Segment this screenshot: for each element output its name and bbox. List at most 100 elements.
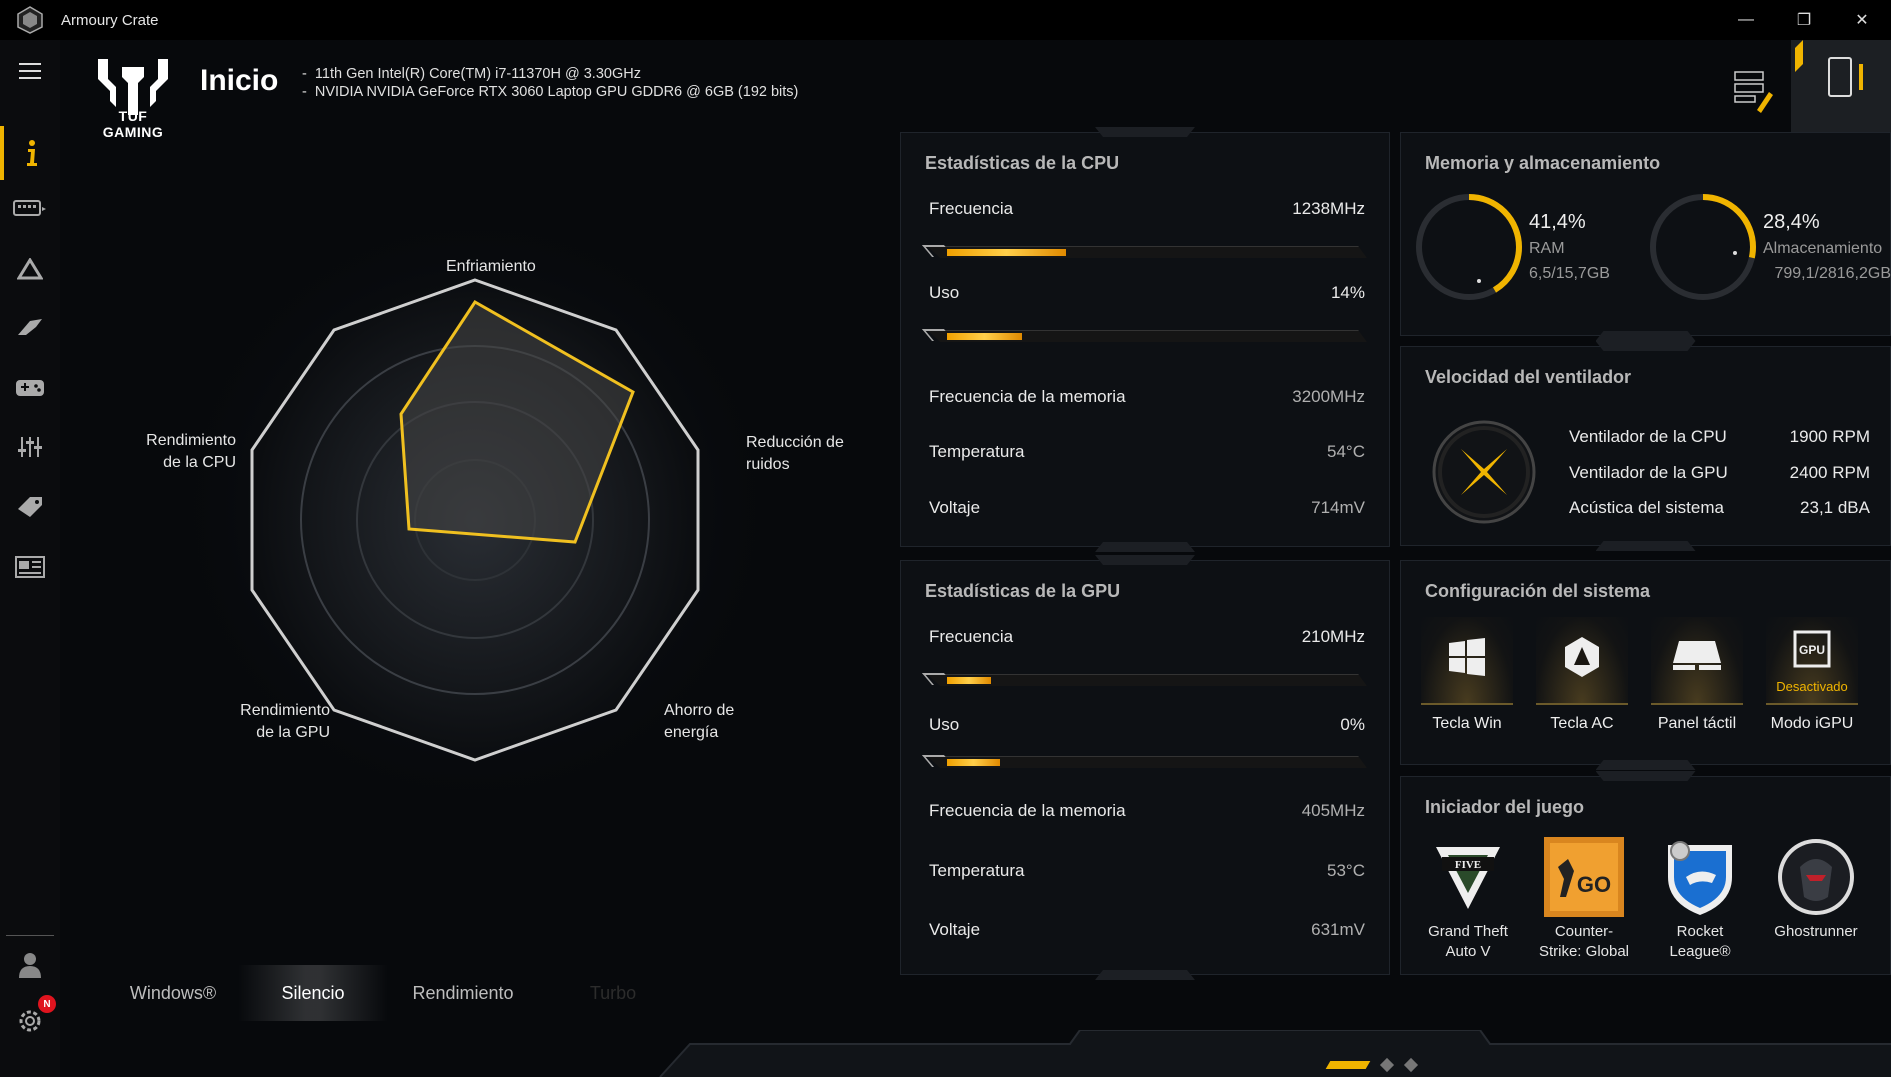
- igpu-mode-toggle[interactable]: GPU Desactivado Modo iGPU: [1766, 617, 1858, 777]
- customize-icon[interactable]: [1734, 71, 1773, 113]
- game-ghostrunner[interactable]: Ghostrunner: [1761, 837, 1871, 967]
- ac-key-toggle[interactable]: Tecla AC: [1536, 617, 1628, 777]
- gpu-stats-title: Estadísticas de la GPU: [925, 581, 1121, 601]
- fan-icon: [1432, 420, 1536, 524]
- window-title: Armoury Crate: [61, 11, 159, 29]
- game-rocket-league[interactable]: Rocket League®: [1645, 837, 1755, 967]
- touchpad-icon: [1673, 641, 1721, 670]
- system-config-title: Configuración del sistema: [1425, 581, 1651, 601]
- cpu-usage-bar-fill: [947, 333, 1022, 340]
- page-dot[interactable]: [1379, 1057, 1395, 1073]
- mode-silent[interactable]: Silencio: [238, 965, 388, 1021]
- cpu-usage-row: Uso 14%: [929, 283, 1365, 303]
- sidebar-item-aura[interactable]: [0, 246, 60, 292]
- cpu-frequency-value: 1238MHz: [1292, 199, 1365, 218]
- touchpad-toggle[interactable]: Panel táctil: [1651, 617, 1743, 777]
- cpu-usage-value: 14%: [1330, 283, 1365, 302]
- radar-label-energy-1: Ahorro de: [664, 702, 735, 719]
- radar-label-gpu-2: de la GPU: [256, 724, 330, 741]
- panel-tab: [1595, 541, 1696, 551]
- fan-speed-panel: Velocidad del ventilador Ventilador de l…: [1400, 341, 1891, 551]
- ac-key-label: Tecla AC: [1550, 715, 1614, 732]
- gpu-memory-frequency-label: Frecuencia de la memoria: [929, 801, 1126, 820]
- cpu-voltage-row: Voltaje 714mV: [929, 498, 1365, 518]
- gpu-usage-value: 0%: [1340, 715, 1365, 734]
- acoustics-value: 23,1 dBA: [1800, 498, 1870, 517]
- panel-tab: [1595, 341, 1696, 351]
- game-launcher-title: Iniciador del juego: [1425, 797, 1585, 817]
- close-button[interactable]: ✕: [1833, 0, 1891, 40]
- cpu-frequency-bar: [921, 243, 1367, 259]
- page-title: Inicio: [200, 64, 279, 97]
- game-rocket-league-label-1: Rocket: [1676, 923, 1724, 940]
- sidebar-item-deals[interactable]: [0, 484, 60, 530]
- sidebar-item-armoury[interactable]: [0, 304, 60, 350]
- game-csgo[interactable]: GO Counter- Strike: Global: [1529, 837, 1639, 967]
- ram-ring-gauge: [1416, 194, 1522, 300]
- svg-text:GO: GO: [1577, 872, 1611, 897]
- sidebar-item-user[interactable]: [0, 942, 60, 988]
- fan-gpu-value: 2400 RPM: [1789, 463, 1870, 482]
- user-icon: [19, 953, 41, 978]
- gpu-frequency-value: 210MHz: [1301, 627, 1365, 646]
- cpu-memory-frequency-value: 3200MHz: [1292, 387, 1365, 406]
- gpu-voltage-value: 631mV: [1311, 920, 1365, 939]
- fan-speed-title: Velocidad del ventilador: [1425, 367, 1632, 387]
- notification-badge: N: [38, 995, 56, 1013]
- cpu-stats-title: Estadísticas de la CPU: [925, 153, 1120, 173]
- menu-button[interactable]: [0, 48, 60, 94]
- svg-text:FIVE: FIVE: [1455, 859, 1481, 871]
- ram-label: RAM: [1529, 240, 1565, 257]
- mode-windows[interactable]: Windows®: [108, 965, 238, 1021]
- cpu-frequency-bar-fill: [947, 249, 1066, 256]
- cpu-usage-bar: [921, 327, 1367, 343]
- cpu-temperature-value: 54°C: [1327, 442, 1365, 461]
- sidebar-divider: [6, 935, 54, 936]
- mode-performance[interactable]: Rendimiento: [388, 965, 538, 1021]
- gpu-memory-frequency-value: 405MHz: [1301, 801, 1365, 820]
- system-config-panel: Configuración del sistema Tecla Win Tecl…: [1400, 560, 1891, 770]
- fan-row-acoustics: Acústica del sistema 23,1 dBA: [1569, 498, 1870, 518]
- info-icon: [27, 140, 37, 166]
- gpu-temperature-value: 53°C: [1327, 861, 1365, 880]
- gpu-usage-bar: [921, 753, 1367, 769]
- sidebar-item-device[interactable]: [0, 186, 60, 232]
- game-rocket-league-label-2: League®: [1669, 943, 1731, 960]
- igpu-mode-label: Modo iGPU: [1770, 715, 1854, 732]
- cpu-temperature-label: Temperatura: [929, 442, 1025, 461]
- sidebar-item-news[interactable]: [0, 544, 60, 590]
- page-dot[interactable]: [1403, 1057, 1419, 1073]
- panel-tab: [1595, 771, 1696, 781]
- memory-storage-panel: Memoria y almacenamiento 41,4% RAM 6,5/1…: [1400, 132, 1891, 341]
- gpu-icon: GPU: [1793, 630, 1831, 668]
- win-key-label: Tecla Win: [1432, 715, 1502, 732]
- game-csgo-label-1: Counter-: [1554, 923, 1614, 940]
- fan-cpu-label: Ventilador de la CPU: [1569, 427, 1727, 446]
- operating-mode-bar: Windows® Silencio Rendimiento Turbo: [108, 965, 828, 1021]
- radar-label-cooling: Enfriamiento: [446, 258, 536, 275]
- sidebar-item-gamevisual[interactable]: [0, 364, 60, 410]
- radar-label-gpu-1: Rendimiento: [240, 702, 330, 719]
- panel-tab: [1095, 127, 1195, 137]
- sidebar: N: [0, 40, 60, 1077]
- page-dot-current[interactable]: [1325, 1061, 1371, 1069]
- sidebar-item-scenario[interactable]: [0, 424, 60, 470]
- fan-row-gpu: Ventilador de la GPU 2400 RPM: [1569, 463, 1870, 483]
- game-gta-v[interactable]: FIVE Grand Theft Auto V: [1413, 837, 1523, 967]
- cpu-frequency-row: Frecuencia 1238MHz: [929, 199, 1365, 219]
- win-key-toggle[interactable]: Tecla Win: [1421, 617, 1513, 777]
- restore-button[interactable]: ❐: [1775, 0, 1833, 40]
- rocket-league-icon: [1668, 841, 1732, 915]
- radar-label-energy-2: energía: [664, 724, 719, 741]
- armoury-crate-logo-icon: [17, 6, 43, 34]
- touchpad-label: Panel táctil: [1657, 715, 1737, 732]
- sidebar-item-home[interactable]: [0, 126, 60, 180]
- minimize-button[interactable]: —: [1717, 0, 1775, 40]
- storage-detail: 799,1/2816,2GB: [1774, 265, 1891, 282]
- cpu-voltage-label: Voltaje: [929, 498, 981, 517]
- ghostrunner-icon: [1778, 839, 1854, 915]
- gpu-voltage-label: Voltaje: [929, 920, 981, 939]
- cpu-spec: 11th Gen Intel(R) Core(TM) i7-11370H @ 3…: [302, 65, 798, 83]
- gpu-frequency-row: Frecuencia 210MHz: [929, 627, 1365, 647]
- game-gta-v-label-2: Auto V: [1445, 943, 1491, 960]
